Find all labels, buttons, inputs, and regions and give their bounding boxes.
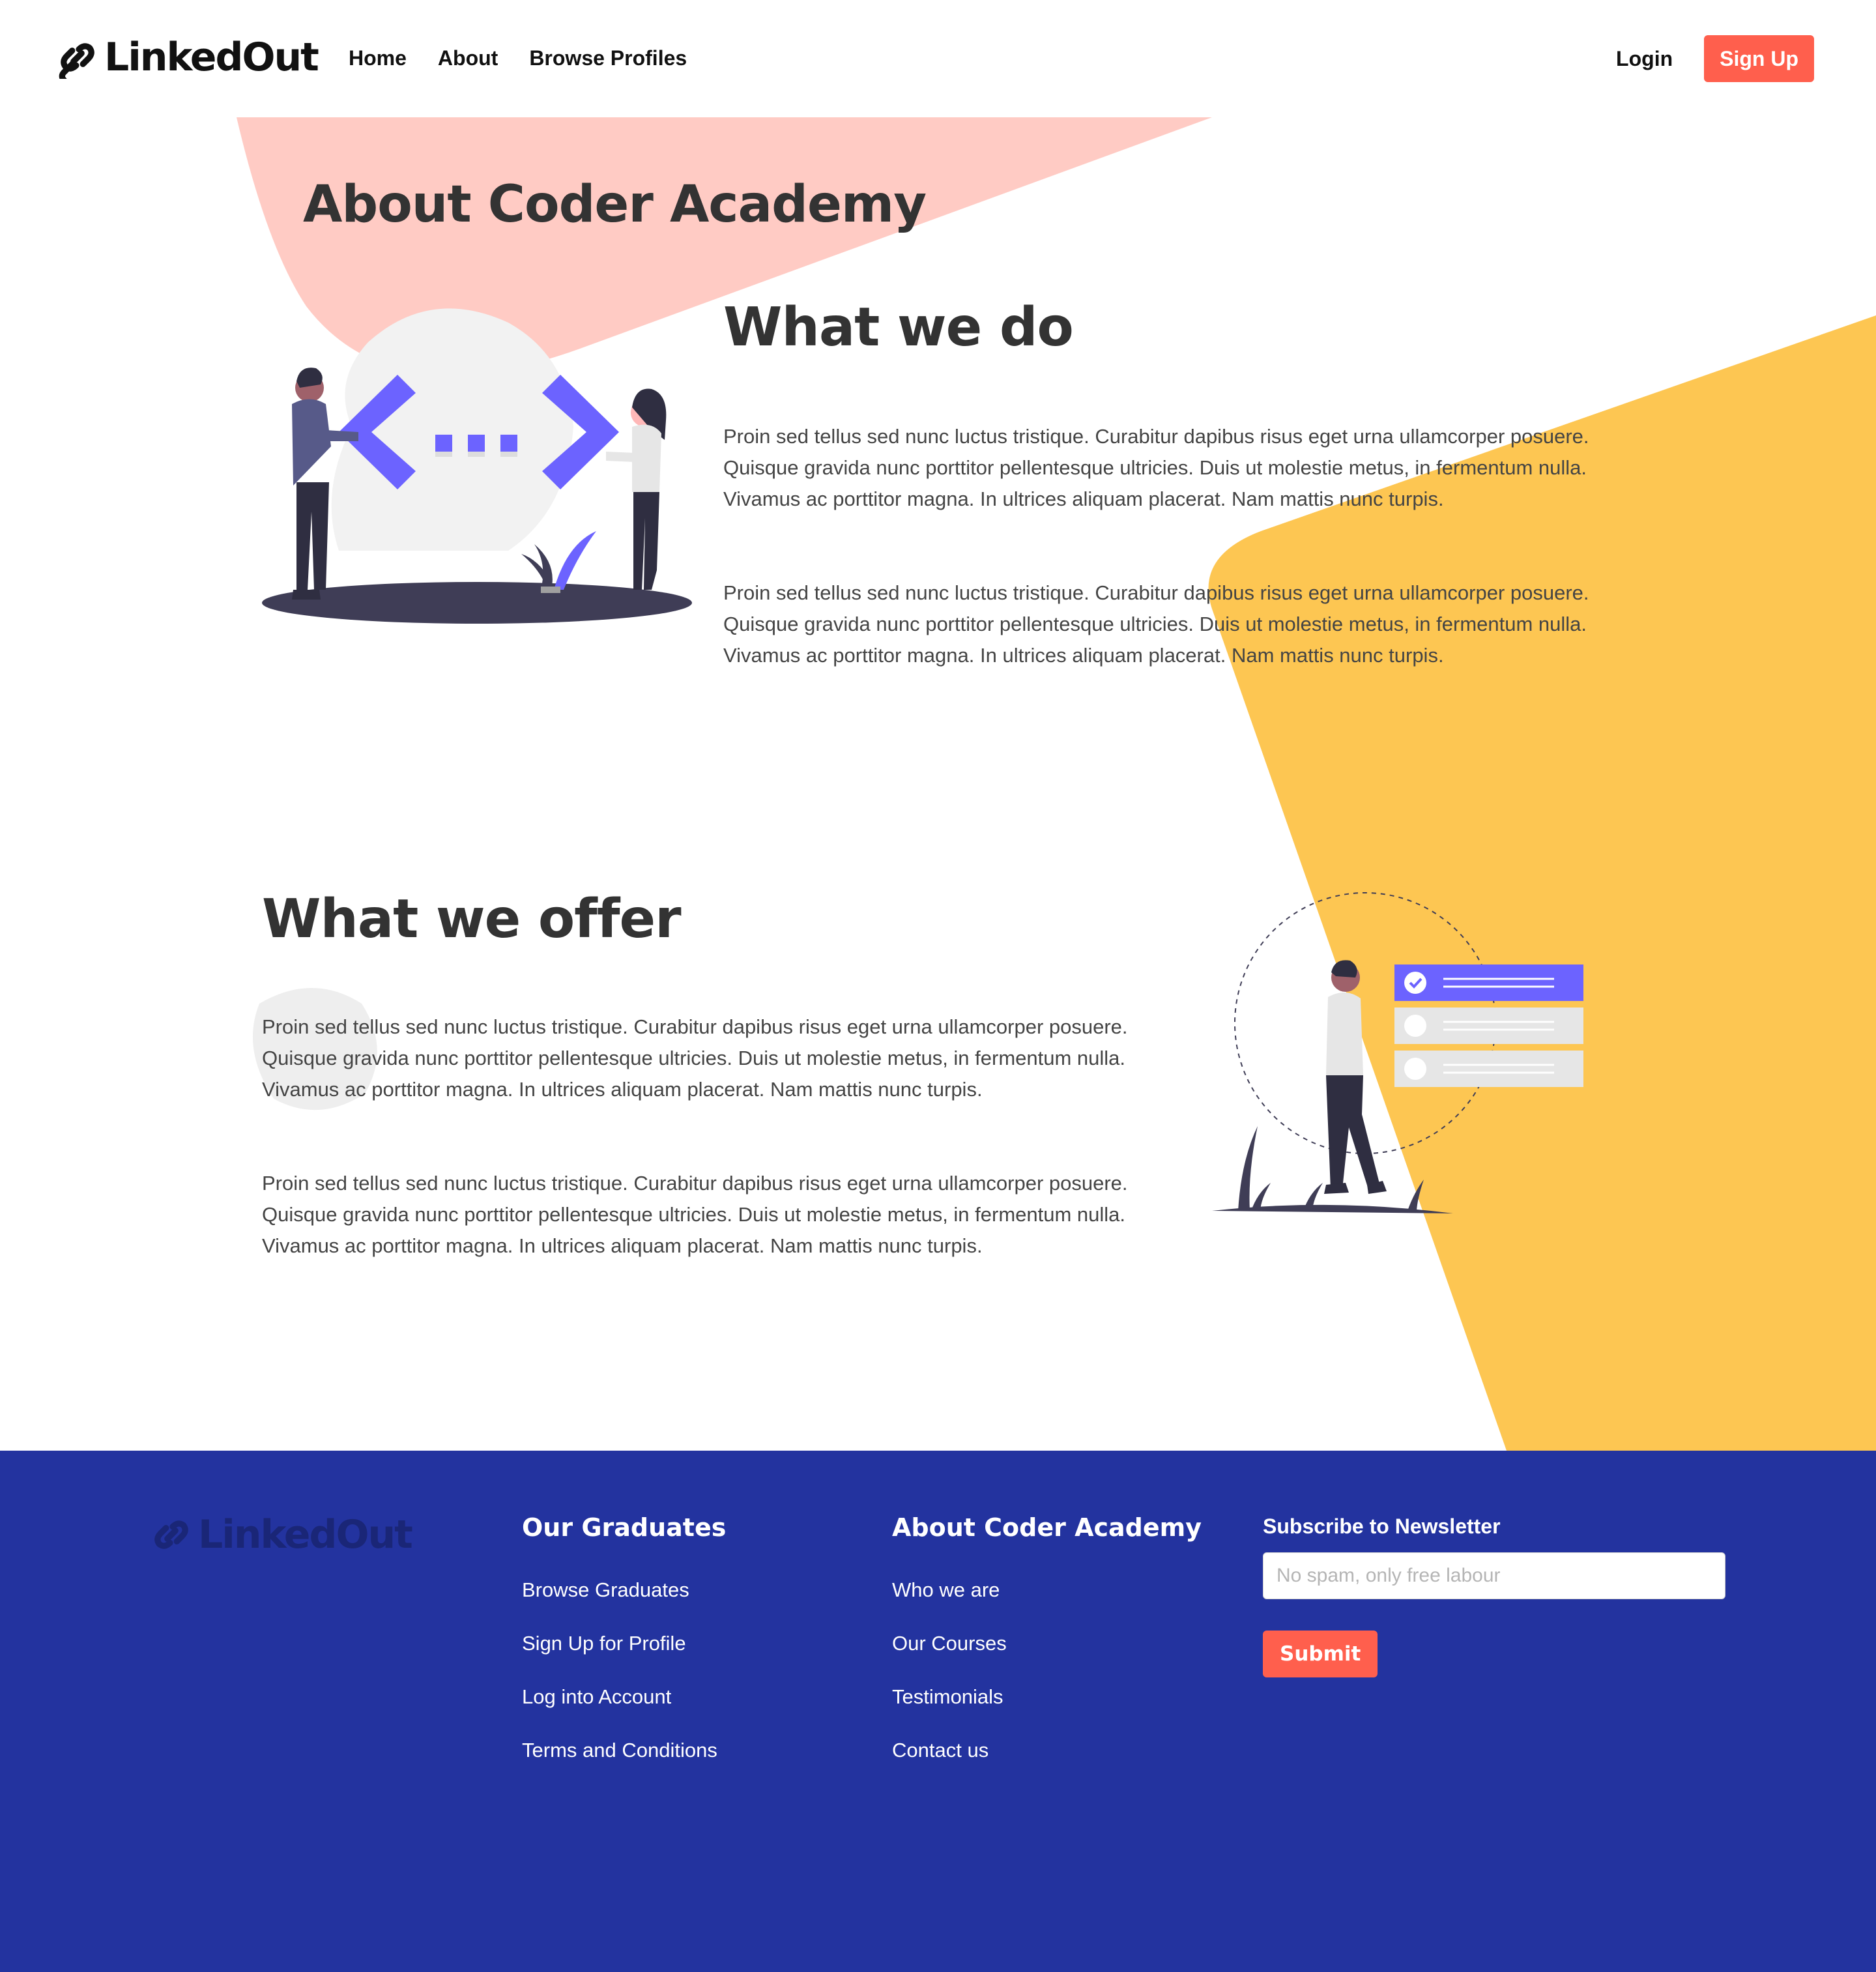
checklist-card xyxy=(1394,964,1583,1087)
what-we-offer-heading: What we offer xyxy=(262,888,682,950)
nav-link-browse-profiles[interactable]: Browse Profiles xyxy=(529,42,687,74)
signup-button[interactable]: Sign Up xyxy=(1704,35,1814,82)
newsletter-form: Subscribe to Newsletter Submit xyxy=(1263,1513,1725,1677)
footer-link-our-courses[interactable]: Our Courses xyxy=(892,1631,1202,1657)
footer-link-who-we-are[interactable]: Who we are xyxy=(892,1577,1202,1603)
checklist-illustration xyxy=(1212,892,1583,1213)
navbar: LinkedOut Home About Browse Profiles Log… xyxy=(0,0,1876,117)
footer-link-terms[interactable]: Terms and Conditions xyxy=(522,1737,726,1763)
what-we-offer-paragraph: Proin sed tellus sed nunc luctus tristiq… xyxy=(262,1172,1128,1257)
newsletter-email-input[interactable] xyxy=(1263,1552,1725,1599)
main-content: About Coder Academy What we do Proin sed… xyxy=(0,0,1876,1451)
coding-illustration xyxy=(262,308,692,624)
what-we-do-paragraph: Proin sed tellus sed nunc luctus tristiq… xyxy=(723,425,1589,510)
nav-link-home[interactable]: Home xyxy=(349,42,407,74)
footer-link-sign-up-profile[interactable]: Sign Up for Profile xyxy=(522,1631,726,1657)
link-icon xyxy=(154,1520,188,1549)
walking-man-figure xyxy=(1324,960,1387,1194)
footer-graduates-heading: Our Graduates xyxy=(522,1513,727,1542)
nav-auth: Login Sign Up xyxy=(1616,35,1814,82)
footer-about-heading: About Coder Academy xyxy=(892,1513,1202,1542)
newsletter-submit-button[interactable]: Submit xyxy=(1263,1631,1378,1677)
what-we-do-paragraph: Proin sed tellus sed nunc luctus tristiq… xyxy=(723,581,1589,667)
link-icon xyxy=(59,43,94,79)
what-we-offer-paragraph: Proin sed tellus sed nunc luctus tristiq… xyxy=(262,1015,1128,1101)
what-we-do-heading: What we do xyxy=(723,297,1074,358)
nav-links: Home About Browse Profiles xyxy=(349,42,718,74)
footer-logo-text: LinkedOut xyxy=(198,1512,413,1558)
nav-link-about[interactable]: About xyxy=(438,42,498,74)
page-title: About Coder Academy xyxy=(303,175,927,234)
footer-link-browse-graduates[interactable]: Browse Graduates xyxy=(522,1577,726,1603)
footer-graduates-column: Our Graduates Browse Graduates Sign Up f… xyxy=(522,1512,726,1791)
logo-text: LinkedOut xyxy=(104,35,319,80)
newsletter-heading: Subscribe to Newsletter xyxy=(1263,1515,1501,1538)
footer-logo[interactable]: LinkedOut xyxy=(150,1512,413,1558)
footer: LinkedOut Our Graduates Browse Graduates… xyxy=(0,1451,1876,1972)
footer-link-log-into-account[interactable]: Log into Account xyxy=(522,1684,726,1710)
footer-link-contact-us[interactable]: Contact us xyxy=(892,1737,1202,1763)
brand-logo[interactable]: LinkedOut xyxy=(56,34,319,81)
footer-link-testimonials[interactable]: Testimonials xyxy=(892,1684,1202,1710)
login-link[interactable]: Login xyxy=(1616,47,1673,71)
woman-figure xyxy=(606,388,667,590)
footer-about-column: About Coder Academy Who we are Our Cours… xyxy=(892,1512,1202,1791)
